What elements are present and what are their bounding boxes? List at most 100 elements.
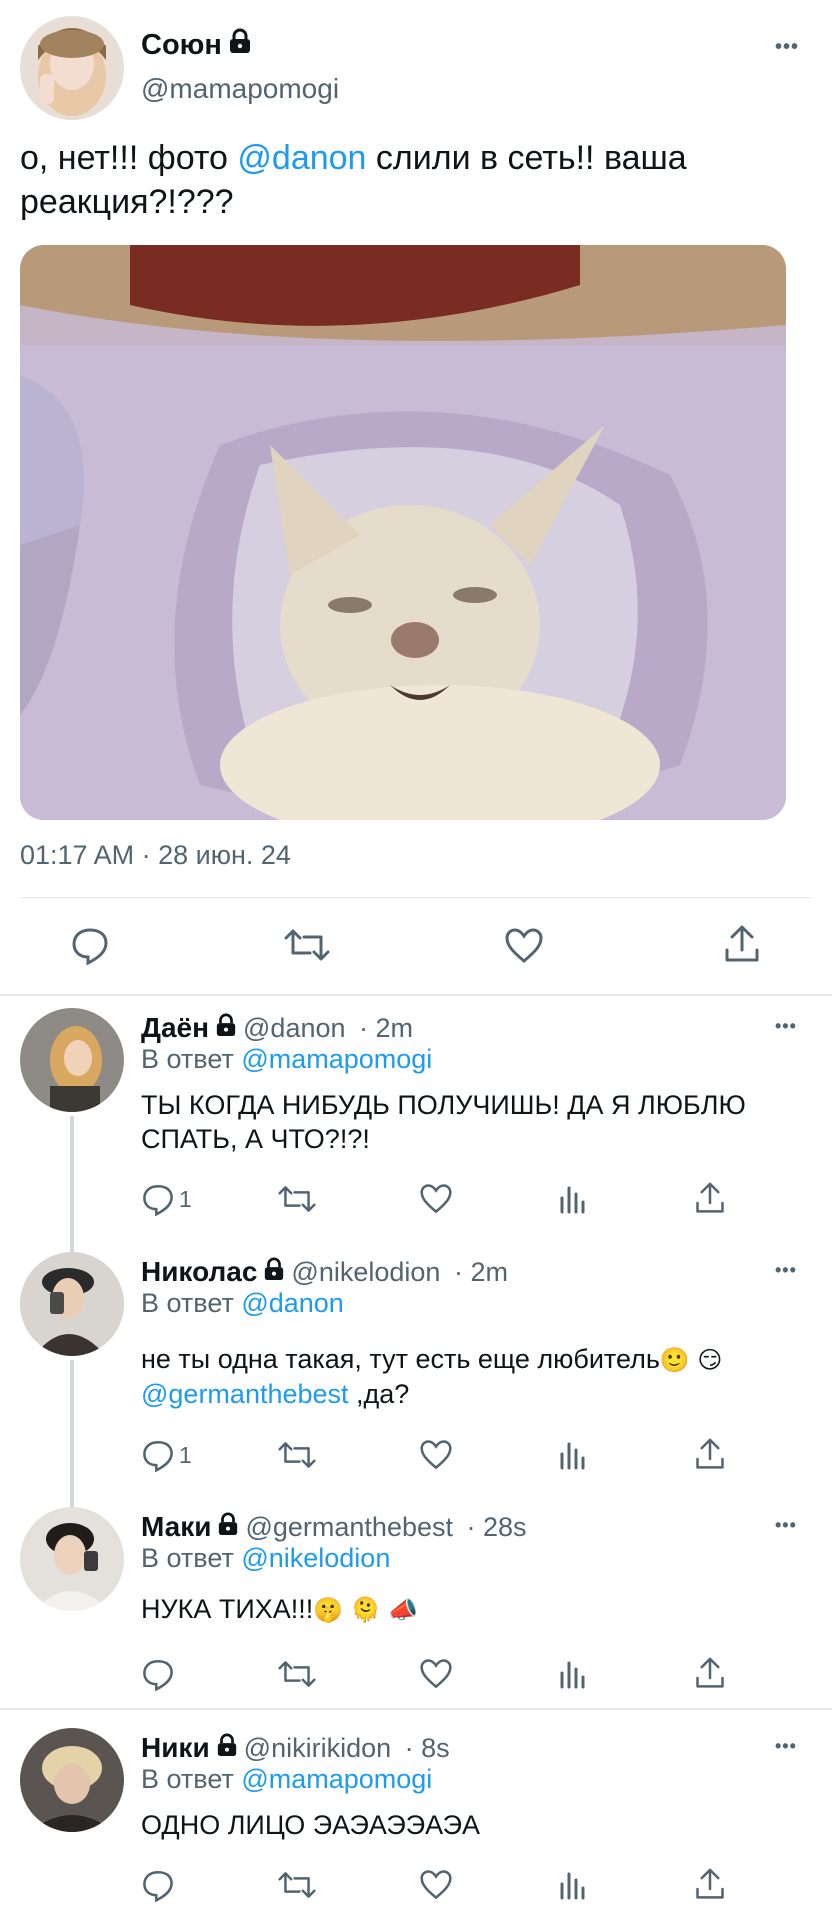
thread-line [70,1116,74,1256]
reply-tweet[interactable]: Маки @germanthebest · 28s ••• В ответ @n… [0,1497,832,1707]
avatar[interactable] [20,1507,124,1611]
emoji-text: 🙂 😏 [659,1346,723,1374]
reply-text-part: НУКА ТИХА!!! [141,1594,314,1624]
reply-to-line: В ответ @mamapomogi [141,1764,432,1795]
lock-icon [228,28,252,62]
more-options-icon[interactable]: ••• [775,1515,797,1536]
divider [0,994,832,996]
avatar[interactable] [20,16,124,120]
like-icon[interactable] [419,1183,453,1215]
reply-to-line: В ответ @mamapomogi [141,1044,432,1075]
reply-to-line: В ответ @nikelodion [141,1543,390,1574]
more-options-icon[interactable]: ••• [775,36,799,59]
thread-line [70,1360,74,1508]
separator: · [446,1256,471,1287]
more-options-icon[interactable]: ••• [775,1736,797,1757]
divider [0,1708,832,1710]
reply-text: не ты одна такая, тут есть еще любитель🙂… [141,1342,801,1411]
tweet-timestamp: 01:17 AM · 28 июн. 24 [20,840,291,870]
reply-to-line: В ответ @danon [141,1288,344,1319]
author-handle[interactable]: @danon [243,1013,346,1044]
like-icon[interactable] [419,1439,453,1471]
mention-link[interactable]: @nikelodion [241,1543,390,1573]
views-icon[interactable] [558,1440,588,1470]
comment-icon[interactable] [70,925,110,965]
post-age: 2m [375,1012,414,1043]
reply-to-label: В ответ [141,1543,242,1573]
reply-to-label: В ответ [141,1288,242,1318]
mention-link[interactable]: @danon [241,1288,344,1318]
share-icon[interactable] [695,1656,725,1690]
like-icon[interactable] [419,1869,453,1901]
share-icon[interactable] [695,1867,725,1901]
tweet-photo[interactable] [20,245,786,820]
reply-text: ТЫ КОГДА НИБУДЬ ПОЛУЧИШЬ! ДА Я ЛЮБЛЮ СПА… [141,1090,746,1154]
comment-icon[interactable]: 1 [141,1438,192,1472]
comment-icon[interactable] [141,1657,175,1691]
tweet-text: о, нет!!! фото @danon слили в сеть!! ваш… [20,136,800,224]
author-handle[interactable]: @nikelodion [291,1257,440,1288]
lock-icon [216,1732,238,1764]
tweet-text-part: о, нет!!! фото [20,139,238,177]
author-name[interactable]: Даён [141,1012,209,1044]
views-icon[interactable] [558,1659,588,1689]
author-row: Ники @nikirikidon · 8s [141,1732,450,1764]
retweet-icon[interactable] [284,927,330,963]
retweet-icon[interactable] [278,1440,316,1470]
lock-icon [263,1256,285,1288]
retweet-icon[interactable] [278,1659,316,1689]
reply-to-label: В ответ [141,1764,242,1794]
share-icon[interactable] [724,924,760,964]
comment-count: 1 [179,1441,192,1468]
author-name[interactable]: Николас [141,1256,257,1288]
author-row: Николас @nikelodion · 2m [141,1256,508,1288]
post-age: 28s [483,1511,527,1542]
author-row: Даён @danon · 2m [141,1012,413,1044]
author-name[interactable]: Маки [141,1511,211,1543]
lock-icon [217,1511,239,1543]
author-handle[interactable]: @nikirikidon [244,1733,391,1764]
separator: · [351,1012,376,1043]
reply-to-label: В ответ [141,1044,242,1074]
post-age: 2m [470,1256,508,1287]
retweet-icon[interactable] [278,1184,316,1214]
author-handle[interactable]: @germanthebest [245,1512,453,1543]
lock-icon [215,1012,237,1044]
separator: · [459,1511,483,1542]
reply-tweet[interactable]: Ники @nikirikidon · 8s ••• В ответ @mama… [0,1718,832,1920]
comment-count: 1 [179,1185,192,1212]
avatar[interactable] [20,1728,124,1832]
divider [20,897,812,898]
views-icon[interactable] [558,1184,588,1214]
avatar[interactable] [20,1252,124,1356]
comment-icon[interactable]: 1 [141,1182,192,1216]
reply-text-part: ,да? [348,1379,410,1409]
reply-text: НУКА ТИХА!!!🤫 🫠 📣 [141,1592,801,1627]
author-name[interactable]: Союн [141,29,222,62]
share-icon[interactable] [695,1181,725,1215]
views-icon[interactable] [558,1870,588,1900]
like-icon[interactable] [419,1658,453,1690]
author-row: Союн [141,28,252,62]
mention-link[interactable]: @mamapomogi [241,1764,432,1794]
more-options-icon[interactable]: ••• [775,1260,797,1281]
like-icon[interactable] [504,927,544,965]
reply-tweet[interactable]: Николас @nikelodion · 2m ••• В ответ @da… [0,1242,832,1508]
retweet-icon[interactable] [278,1870,316,1900]
more-options-icon[interactable]: ••• [775,1016,797,1037]
author-name[interactable]: Ники [141,1732,210,1764]
mention-link[interactable]: @danon [237,139,366,177]
mention-link[interactable]: @mamapomogi [241,1044,432,1074]
avatar[interactable] [20,1008,124,1112]
separator: · [397,1732,422,1763]
reply-tweet[interactable]: Даён @danon · 2m ••• В ответ @mamapomogi… [0,998,832,1256]
author-handle[interactable]: @mamapomogi [141,73,339,105]
share-icon[interactable] [695,1437,725,1471]
author-row: Маки @germanthebest · 28s [141,1511,527,1543]
mention-link[interactable]: @germanthebest [141,1379,349,1409]
main-tweet: Союн @mamapomogi ••• о, нет!!! фото @dan… [0,0,832,998]
reply-text-part: не ты одна такая, тут есть еще любитель [141,1344,660,1374]
comment-icon[interactable] [141,1868,175,1902]
emoji-text: 🤫 🫠 📣 [313,1596,419,1624]
reply-text: ОДНО ЛИЦО ЭАЭАЭЭАЭА [141,1810,480,1840]
